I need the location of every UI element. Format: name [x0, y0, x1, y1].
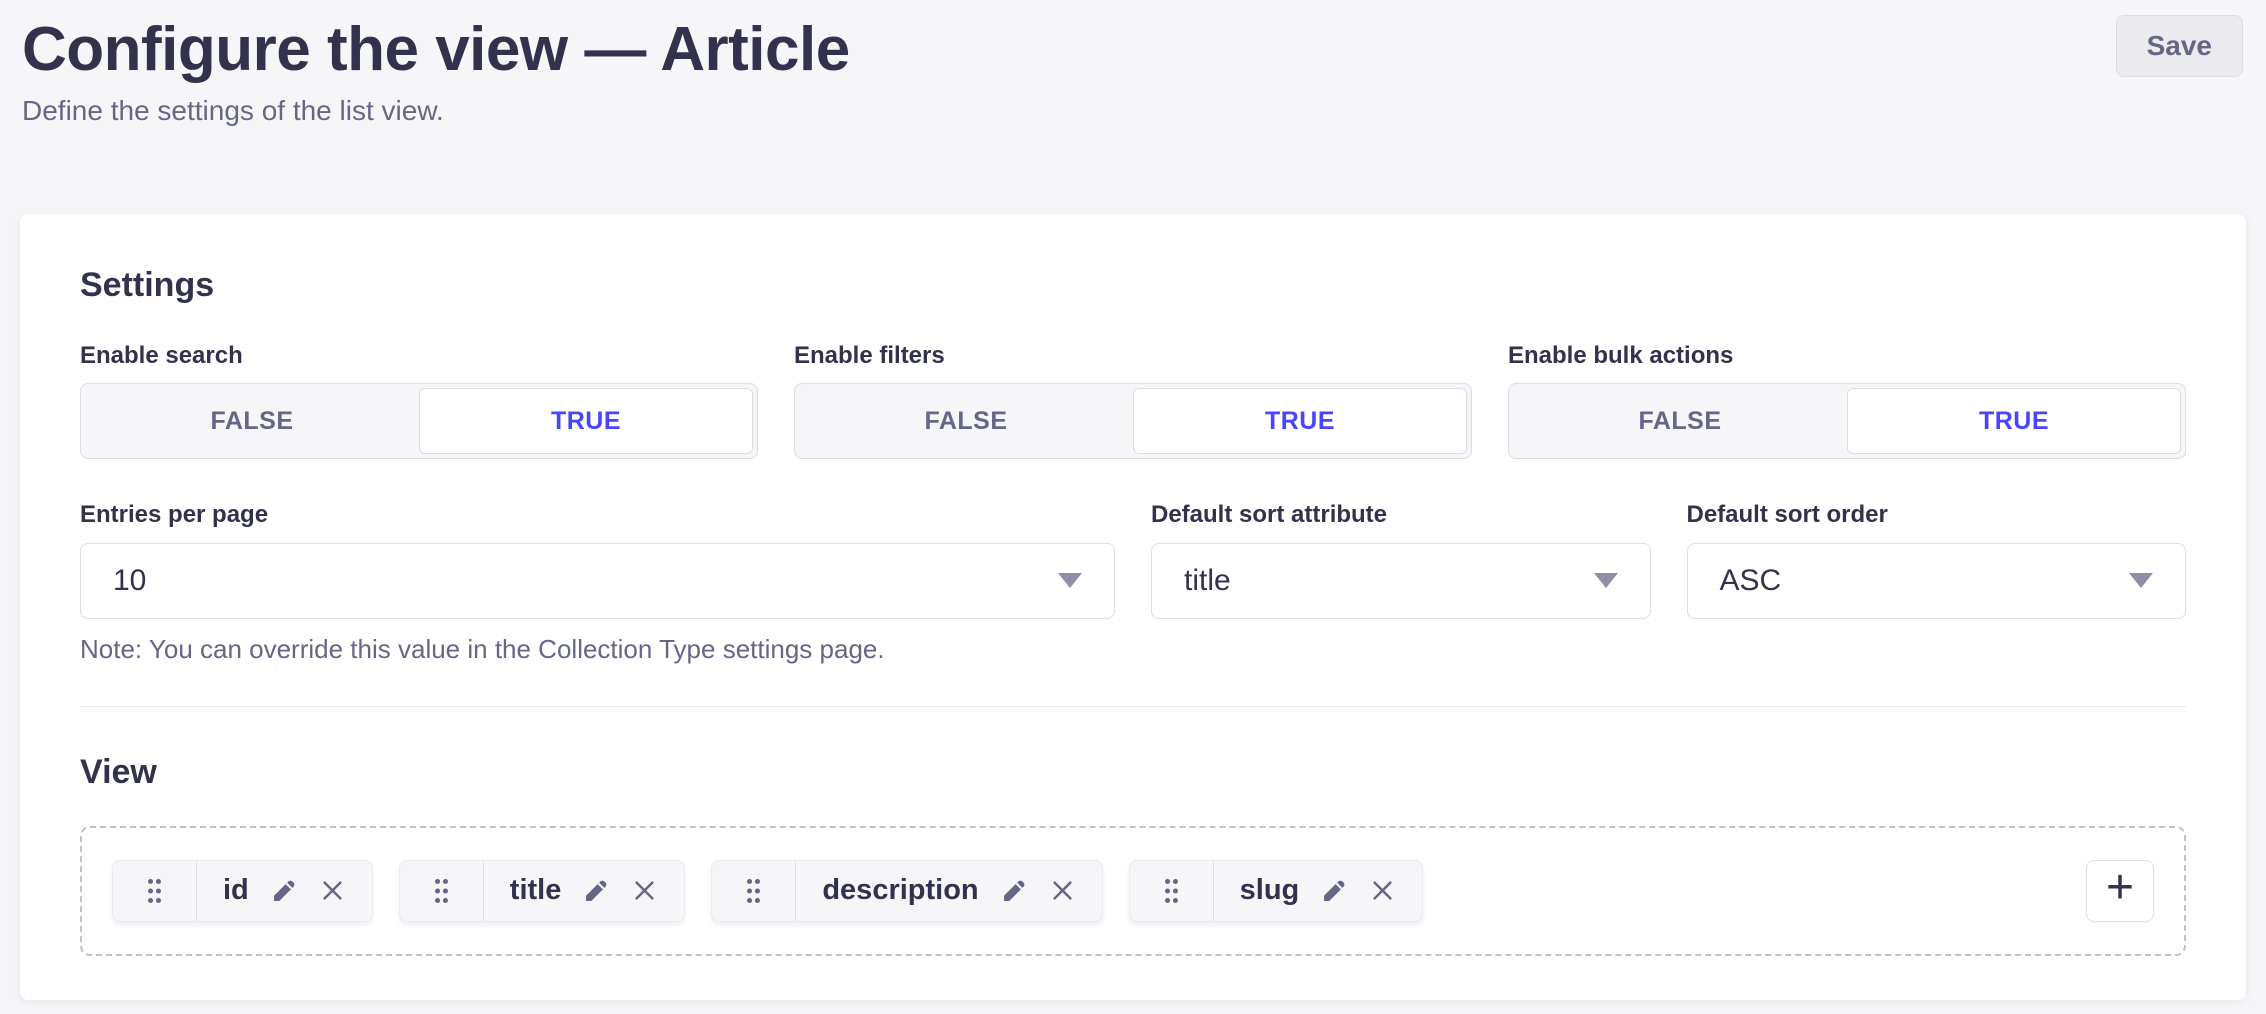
chevron-down-icon	[1058, 573, 1082, 588]
edit-field-button[interactable]	[999, 876, 1029, 906]
remove-field-button[interactable]	[631, 877, 658, 904]
field-pill-description[interactable]: description	[711, 860, 1102, 922]
chevron-down-icon	[1594, 573, 1618, 588]
field-entries-per-page: Entries per page 10 Note: You can overri…	[80, 499, 1115, 666]
entries-per-page-hint: Note: You can override this value in the…	[80, 633, 1115, 667]
enable-search-false-option[interactable]: FALSE	[85, 388, 419, 454]
pill-body: description	[796, 861, 1101, 921]
entries-per-page-value: 10	[113, 564, 146, 598]
page-title: Configure the view — Article	[22, 14, 850, 85]
enable-filters-true-option[interactable]: TRUE	[1133, 388, 1467, 454]
field-pill-title[interactable]: title	[399, 860, 686, 922]
field-enable-filters: Enable filters FALSE TRUE	[794, 340, 1472, 459]
drag-handle-icon[interactable]	[1130, 861, 1214, 921]
page-header: Configure the view — Article Define the …	[0, 0, 2266, 130]
entries-per-page-select[interactable]: 10	[80, 543, 1115, 619]
configure-view-card: Settings Enable search FALSE TRUE Enable…	[20, 214, 2246, 1000]
section-divider	[80, 706, 2186, 707]
page-title-block: Configure the view — Article Define the …	[22, 14, 850, 130]
field-default-sort-attribute: Default sort attribute title	[1151, 499, 1651, 666]
remove-field-button[interactable]	[1049, 877, 1076, 904]
drag-handle-icon[interactable]	[113, 861, 197, 921]
enable-bulk-actions-label: Enable bulk actions	[1508, 340, 2186, 371]
pill-label: title	[510, 874, 562, 907]
remove-field-button[interactable]	[1369, 877, 1396, 904]
pill-body: title	[484, 861, 685, 921]
enable-search-label: Enable search	[80, 340, 758, 371]
field-enable-search: Enable search FALSE TRUE	[80, 340, 758, 459]
field-layout-dropzone: id title	[80, 826, 2186, 956]
field-pill-slug[interactable]: slug	[1129, 860, 1424, 922]
enable-bulk-actions-false-option[interactable]: FALSE	[1513, 388, 1847, 454]
edit-field-button[interactable]	[269, 876, 299, 906]
plus-icon: +	[2106, 864, 2134, 912]
drag-handle-icon[interactable]	[712, 861, 796, 921]
page-subtitle: Define the settings of the list view.	[22, 93, 850, 129]
default-sort-order-select[interactable]: ASC	[1687, 543, 2187, 619]
enable-bulk-actions-true-option[interactable]: TRUE	[1847, 388, 2181, 454]
pill-body: slug	[1214, 861, 1423, 921]
enable-filters-false-option[interactable]: FALSE	[799, 388, 1133, 454]
default-sort-order-label: Default sort order	[1687, 499, 2187, 530]
default-sort-attribute-label: Default sort attribute	[1151, 499, 1651, 530]
enable-search-toggle: FALSE TRUE	[80, 383, 758, 459]
default-sort-attribute-value: title	[1184, 564, 1231, 598]
chevron-down-icon	[2129, 573, 2153, 588]
pill-label: description	[822, 874, 978, 907]
add-field-button[interactable]: +	[2086, 860, 2154, 922]
enable-search-true-option[interactable]: TRUE	[419, 388, 753, 454]
save-button[interactable]: Save	[2116, 15, 2243, 77]
field-enable-bulk-actions: Enable bulk actions FALSE TRUE	[1508, 340, 2186, 459]
default-sort-attribute-select[interactable]: title	[1151, 543, 1651, 619]
edit-field-button[interactable]	[581, 876, 611, 906]
default-sort-order-value: ASC	[1720, 564, 1782, 598]
pill-body: id	[197, 861, 372, 921]
field-default-sort-order: Default sort order ASC	[1687, 499, 2187, 666]
edit-field-button[interactable]	[1319, 876, 1349, 906]
enable-bulk-actions-toggle: FALSE TRUE	[1508, 383, 2186, 459]
drag-handle-icon[interactable]	[400, 861, 484, 921]
settings-grid: Enable search FALSE TRUE Enable filters …	[80, 340, 2186, 666]
enable-filters-label: Enable filters	[794, 340, 1472, 371]
remove-field-button[interactable]	[319, 877, 346, 904]
entries-per-page-label: Entries per page	[80, 499, 1115, 530]
pill-label: slug	[1240, 874, 1300, 907]
view-heading: View	[80, 751, 2186, 794]
enable-filters-toggle: FALSE TRUE	[794, 383, 1472, 459]
settings-heading: Settings	[80, 264, 2186, 307]
pill-label: id	[223, 874, 249, 907]
field-pill-id[interactable]: id	[112, 860, 373, 922]
